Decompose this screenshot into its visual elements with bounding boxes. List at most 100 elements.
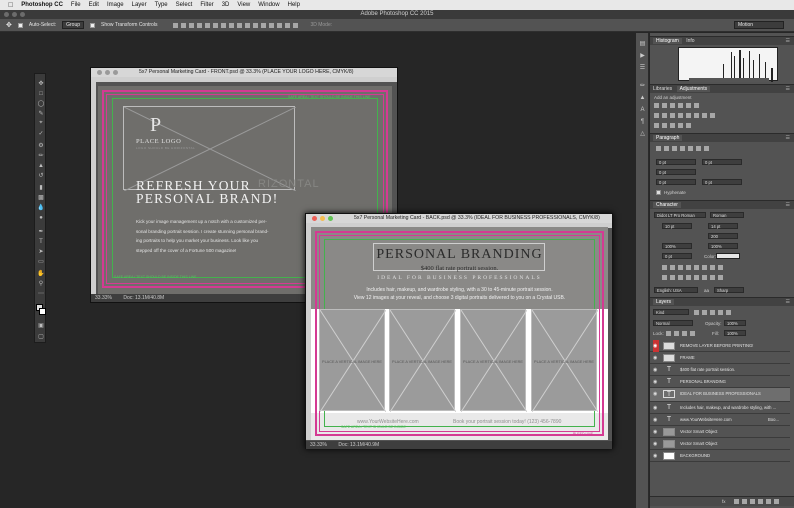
zoom-icon[interactable]: ⚲ bbox=[37, 280, 45, 287]
menu-type[interactable]: Type bbox=[155, 2, 168, 8]
tab-adjustments[interactable]: Adjustments bbox=[676, 86, 711, 92]
blur-icon[interactable]: 💧 bbox=[37, 204, 45, 211]
screen-mode-icon[interactable]: ▢ bbox=[37, 333, 45, 340]
adjustment-icons-row-2[interactable] bbox=[654, 113, 715, 118]
back-canvas[interactable]: PERSONAL BRANDING $400 flat rate portrai… bbox=[311, 227, 608, 440]
layer-visibility-eye-icon[interactable]: ◉ bbox=[653, 352, 659, 364]
lasso-icon[interactable]: ◯ bbox=[37, 100, 45, 107]
layer-row[interactable]: ◉ FRAME bbox=[650, 352, 790, 364]
baseline-shift-field[interactable]: 0 pt bbox=[662, 253, 692, 259]
text-color-swatch[interactable] bbox=[716, 253, 740, 259]
layer-row[interactable]: ◉ T PERSONAL BRANDING bbox=[650, 376, 790, 388]
tab-libraries[interactable]: Libraries bbox=[653, 86, 672, 92]
shape-icon[interactable]: ▭ bbox=[37, 258, 45, 265]
layer-row[interactable]: ◉ T Includes hair, makeup, and wardrobe st… bbox=[650, 402, 790, 414]
panel-menu-icon[interactable]: ☰ bbox=[786, 201, 790, 210]
layer-row[interactable]: ◉ Twww.YourWebsiteHere.com Boo... bbox=[650, 414, 790, 426]
adjustment-icons-row-3[interactable] bbox=[654, 123, 691, 128]
hand-icon[interactable]: ✋ bbox=[37, 270, 45, 277]
layer-visibility-eye-icon[interactable]: ◉ bbox=[653, 438, 659, 450]
opentype-icons[interactable] bbox=[662, 275, 723, 280]
panel-menu-icon[interactable]: ☰ bbox=[786, 85, 790, 94]
healing-brush-icon[interactable]: ⚙ bbox=[37, 142, 45, 149]
show-transform-checkbox[interactable] bbox=[90, 22, 96, 28]
layer-visibility-eye-icon[interactable]: ◉ bbox=[653, 376, 659, 388]
menu-file[interactable]: File bbox=[71, 2, 81, 8]
tab-histogram[interactable]: Histogram bbox=[653, 38, 682, 44]
character-panel-icon[interactable]: A bbox=[639, 107, 646, 113]
font-size-field[interactable]: 10 pt bbox=[662, 223, 692, 229]
tab-layers[interactable]: Layers bbox=[653, 299, 675, 305]
indent-left-field[interactable]: 0 pt bbox=[656, 159, 696, 165]
eraser-icon[interactable]: ▮ bbox=[37, 184, 45, 191]
auto-select-checkbox[interactable] bbox=[17, 22, 23, 28]
layer-visibility-eye-icon[interactable]: ◉ bbox=[653, 340, 659, 352]
color-swatches[interactable] bbox=[36, 304, 46, 316]
front-doc-titlebar[interactable]: 5x7 Personal Marketing Card - FRONT.psd … bbox=[91, 68, 397, 77]
dodge-icon[interactable]: ● bbox=[37, 214, 45, 221]
horizontal-scale-field[interactable]: 100% bbox=[708, 243, 738, 249]
hyphenate-checkbox[interactable] bbox=[656, 190, 661, 195]
layer-visibility-eye-icon[interactable]: ◉ bbox=[653, 414, 659, 426]
indent-right-field[interactable]: 0 pt bbox=[702, 159, 742, 165]
antialias-select[interactable]: Sharp bbox=[714, 287, 744, 293]
fx-icon[interactable]: fx bbox=[722, 499, 726, 504]
path-select-icon[interactable]: ➤ bbox=[37, 248, 45, 255]
blend-mode-select[interactable]: Normal bbox=[653, 320, 693, 326]
front-doc-controls[interactable] bbox=[97, 70, 118, 75]
type-style-icons[interactable] bbox=[662, 265, 723, 270]
menu-window[interactable]: Window bbox=[258, 2, 279, 8]
front-zoom-readout[interactable]: 33.33% bbox=[95, 295, 112, 301]
type-icon[interactable]: T bbox=[37, 238, 45, 245]
clone-stamp-icon[interactable]: ▲ bbox=[37, 162, 45, 169]
layer-visibility-eye-icon[interactable]: ◉ bbox=[653, 364, 659, 376]
layer-row[interactable]: ◉ BACKGROUND bbox=[650, 450, 790, 462]
properties-icon[interactable]: ☰ bbox=[639, 65, 646, 71]
space-before-field[interactable]: 0 pt bbox=[656, 179, 696, 185]
clone-source-icon[interactable]: ▲ bbox=[639, 95, 646, 101]
gradient-icon[interactable]: ▩ bbox=[37, 194, 45, 201]
tab-info[interactable]: Info bbox=[686, 38, 694, 44]
pen-icon[interactable]: ✒ bbox=[37, 228, 45, 235]
paragraph-panel-icon[interactable]: ¶ bbox=[639, 119, 646, 125]
more-tools-icon[interactable]: ⋯ bbox=[37, 290, 45, 297]
layer-visibility-eye-icon[interactable]: ◉ bbox=[653, 450, 659, 462]
window-controls[interactable] bbox=[4, 12, 25, 17]
eyedropper-icon[interactable]: ✓ bbox=[37, 130, 45, 137]
first-line-indent-field[interactable]: 0 pt bbox=[656, 169, 696, 175]
paragraph-align-icons[interactable] bbox=[656, 146, 709, 151]
3d-panel-icon[interactable]: △ bbox=[639, 131, 646, 137]
brush-icon[interactable]: ✏ bbox=[37, 152, 45, 159]
layer-filter-icons[interactable] bbox=[694, 310, 731, 315]
menu-edit[interactable]: Edit bbox=[89, 2, 99, 8]
panel-menu-icon[interactable]: ☰ bbox=[786, 37, 790, 46]
workspace-dropdown[interactable]: Motion bbox=[734, 21, 784, 29]
move-tool-icon[interactable]: ✥ bbox=[6, 21, 12, 29]
layer-visibility-eye-icon[interactable]: ◉ bbox=[653, 426, 659, 438]
marquee-icon[interactable]: □ bbox=[37, 90, 45, 97]
back-doc-titlebar[interactable]: 5x7 Personal Marketing Card - BACK.psd @… bbox=[306, 214, 612, 223]
leading-field[interactable]: 14 pt bbox=[708, 223, 738, 229]
layer-row[interactable]: ◉ Vector Smart Object bbox=[650, 438, 790, 450]
menu-view[interactable]: View bbox=[237, 2, 250, 8]
tab-character[interactable]: Character bbox=[653, 202, 681, 208]
lock-icons[interactable] bbox=[666, 331, 695, 336]
history-brush-icon[interactable]: ↺ bbox=[37, 172, 45, 179]
tracking-field[interactable]: 200 bbox=[708, 233, 738, 239]
space-after-field[interactable]: 0 pt bbox=[702, 179, 742, 185]
panel-menu-icon[interactable]: ☰ bbox=[786, 134, 790, 143]
panel-menu-icon[interactable]: ☰ bbox=[786, 298, 790, 307]
front-ruler-vertical[interactable] bbox=[91, 82, 96, 294]
layer-row-selected[interactable]: ◉ T IDEAL FOR BUSINESS PROFESSIONALS bbox=[650, 388, 790, 402]
auto-select-dropdown[interactable]: Group bbox=[62, 21, 85, 29]
back-zoom-readout[interactable]: 33.33% bbox=[310, 442, 327, 448]
quick-select-icon[interactable]: ✎ bbox=[37, 110, 45, 117]
language-select[interactable]: English: USA bbox=[654, 287, 698, 293]
menu-3d[interactable]: 3D bbox=[222, 2, 230, 8]
vertical-scale-field[interactable]: 100% bbox=[662, 243, 692, 249]
history-icon[interactable]: ▤ bbox=[639, 41, 646, 47]
layer-visibility-eye-icon[interactable]: ◉ bbox=[653, 388, 659, 400]
quick-mask-icon[interactable]: ▣ bbox=[37, 322, 45, 329]
layer-row[interactable]: ◉ Vector Smart Object bbox=[650, 426, 790, 438]
tab-paragraph[interactable]: Paragraph bbox=[653, 135, 683, 141]
